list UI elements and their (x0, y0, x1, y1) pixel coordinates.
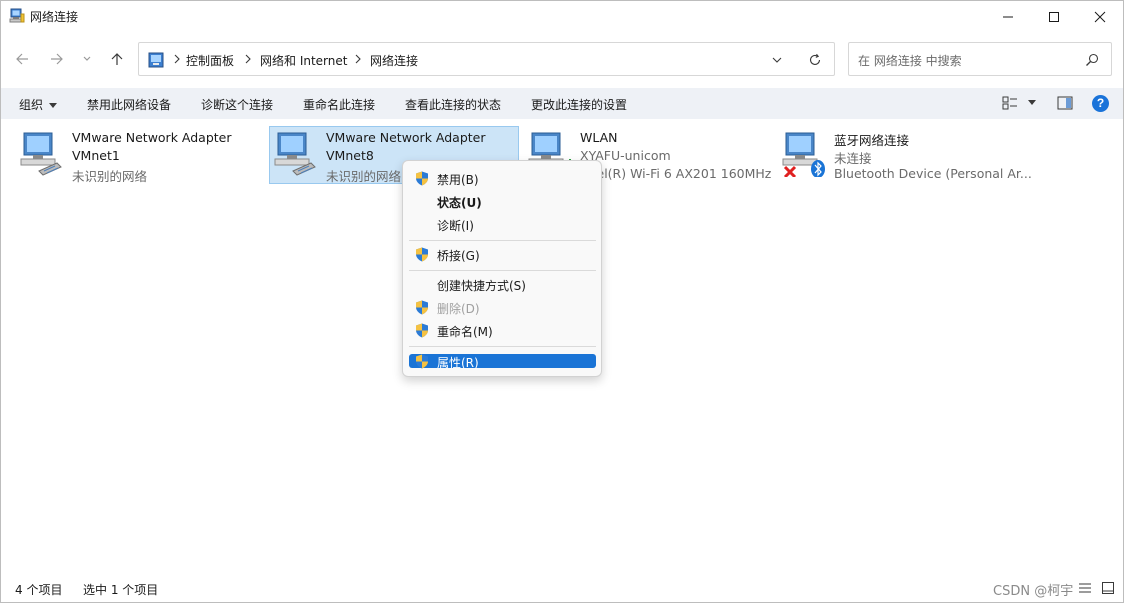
menu-item-status[interactable]: 状态(U) (409, 191, 596, 212)
connection-detail: 未连接 (834, 151, 872, 166)
breadcrumb-control-panel[interactable]: 控制面板 (186, 52, 234, 69)
breadcrumb-network-internet[interactable]: 网络和 Internet (260, 52, 347, 69)
search-input[interactable]: 在 网络连接 中搜索 (848, 42, 1112, 76)
connection-item-bluetooth[interactable]: 蓝牙网络连接 未连接 Bluetooth Device (Personal Ar… (777, 126, 1037, 184)
control-panel-icon (148, 52, 164, 68)
uac-shield-icon (416, 300, 428, 315)
window-title: 网络连接 (30, 10, 79, 24)
search-placeholder: 在 网络连接 中搜索 (858, 54, 962, 68)
up-button[interactable] (105, 47, 129, 71)
connection-detail: VMnet8 (326, 148, 374, 163)
menu-item-label: 桥接(G) (437, 249, 480, 263)
preview-pane-button[interactable] (1056, 95, 1074, 111)
menu-separator (409, 270, 596, 271)
context-menu: 禁用(B) 状态(U) 诊断(I) 桥接(G) 创建快捷方式(S) 删除(D) … (402, 160, 602, 377)
navigation-bar: 控制面板 网络和 Internet 网络连接 在 网络连接 中搜索 (1, 37, 1123, 81)
breadcrumb-network-connections[interactable]: 网络连接 (370, 52, 418, 69)
connection-status: 未识别的网络 (326, 169, 402, 184)
maximize-icon (1049, 12, 1059, 22)
menu-item-label: 重命名(M) (437, 325, 493, 339)
menu-item-label: 禁用(B) (437, 173, 479, 187)
forward-button[interactable] (45, 47, 69, 71)
view-options-button[interactable] (1001, 95, 1019, 111)
menu-item-rename[interactable]: 重命名(M) (409, 320, 596, 341)
minimize-icon (1003, 16, 1013, 18)
organize-button[interactable]: 组织 (19, 96, 58, 113)
menu-item-delete: 删除(D) (409, 297, 596, 318)
chevron-right-icon (355, 54, 361, 64)
bluetooth-adapter-icon (782, 132, 825, 177)
rename-button[interactable]: 重命名此连接 (303, 96, 375, 113)
watermark: CSDN @柯宇 (993, 584, 1074, 599)
uac-shield-icon (416, 247, 428, 262)
menu-separator (409, 346, 596, 347)
uac-shield-icon (416, 354, 428, 369)
tiles-view-icon (1002, 96, 1017, 110)
menu-item-label: 创建快捷方式(S) (437, 279, 526, 293)
view-dropdown-button[interactable] (1023, 95, 1041, 111)
connection-detail: VMnet1 (72, 148, 120, 163)
menu-separator (409, 240, 596, 241)
caret-down-icon (1028, 100, 1036, 105)
close-button[interactable] (1077, 1, 1123, 33)
connection-item-vmnet1[interactable]: VMware Network Adapter VMnet1 未识别的网络 (15, 126, 265, 184)
connection-status: Bluetooth Device (Personal Ar... (834, 166, 1032, 181)
minimize-button[interactable] (985, 1, 1031, 33)
close-icon (1094, 11, 1106, 23)
menu-item-label: 属性(R) (437, 356, 479, 370)
arrow-left-icon (16, 53, 28, 65)
menu-item-create-shortcut[interactable]: 创建快捷方式(S) (409, 274, 596, 295)
menu-item-properties[interactable]: 属性(R) (409, 354, 596, 370)
connection-name: VMware Network Adapter (72, 130, 232, 145)
change-settings-button[interactable]: 更改此连接的设置 (531, 96, 627, 113)
explorer-window: 网络连接 控制面板 网络和 Internet 网络连接 在 网络连接 中搜索 组… (0, 0, 1124, 603)
connection-name: VMware Network Adapter (326, 130, 486, 145)
command-bar: 组织 禁用此网络设备 诊断这个连接 重命名此连接 查看此连接的状态 更改此连接的… (1, 88, 1123, 119)
menu-item-label: 删除(D) (437, 302, 480, 316)
search-icon[interactable] (1085, 53, 1099, 67)
address-bar[interactable]: 控制面板 网络和 Internet 网络连接 (138, 42, 835, 76)
recent-locations-button[interactable] (77, 47, 97, 71)
help-icon[interactable]: ? (1092, 95, 1109, 112)
caret-down-icon (49, 102, 58, 108)
connection-status: Intel(R) Wi-Fi 6 AX201 160MHz (580, 166, 772, 181)
diagnose-button[interactable]: 诊断这个连接 (201, 96, 273, 113)
selected-count: 选中 1 个项目 (83, 583, 159, 597)
menu-item-disable[interactable]: 禁用(B) (409, 168, 596, 189)
title-bar: 网络连接 (1, 1, 1123, 33)
connection-status: 未识别的网络 (72, 169, 148, 184)
status-bar: 4 个项目 选中 1 个项目 CSDN @柯宇 (1, 576, 1123, 600)
item-count: 4 个项目 (15, 583, 63, 597)
refresh-icon[interactable] (808, 53, 822, 67)
address-dropdown-icon[interactable] (771, 54, 783, 66)
disable-device-button[interactable]: 禁用此网络设备 (87, 96, 171, 113)
menu-item-label: 状态(U) (437, 196, 482, 210)
connection-name: WLAN (580, 130, 618, 145)
menu-item-diagnose[interactable]: 诊断(I) (409, 214, 596, 235)
large-icons-view-icon[interactable] (1101, 581, 1115, 595)
details-view-icon[interactable] (1078, 581, 1092, 595)
view-status-button[interactable]: 查看此连接的状态 (405, 96, 501, 113)
chevron-right-icon (174, 54, 180, 64)
menu-item-bridge[interactable]: 桥接(G) (409, 244, 596, 265)
menu-item-label: 诊断(I) (437, 219, 474, 233)
chevron-down-icon (83, 56, 91, 61)
uac-shield-icon (416, 323, 428, 338)
back-button[interactable] (10, 47, 34, 71)
preview-pane-icon (1057, 96, 1073, 110)
network-adapter-icon (20, 132, 62, 176)
connection-name: 蓝牙网络连接 (834, 133, 910, 148)
network-adapter-icon (274, 132, 316, 176)
maximize-button[interactable] (1031, 1, 1077, 33)
arrow-up-icon (111, 53, 123, 65)
network-connections-icon (9, 8, 25, 23)
chevron-right-icon (245, 54, 251, 64)
arrow-right-icon (51, 53, 63, 65)
organize-label: 组织 (19, 98, 44, 112)
uac-shield-icon (416, 171, 428, 186)
